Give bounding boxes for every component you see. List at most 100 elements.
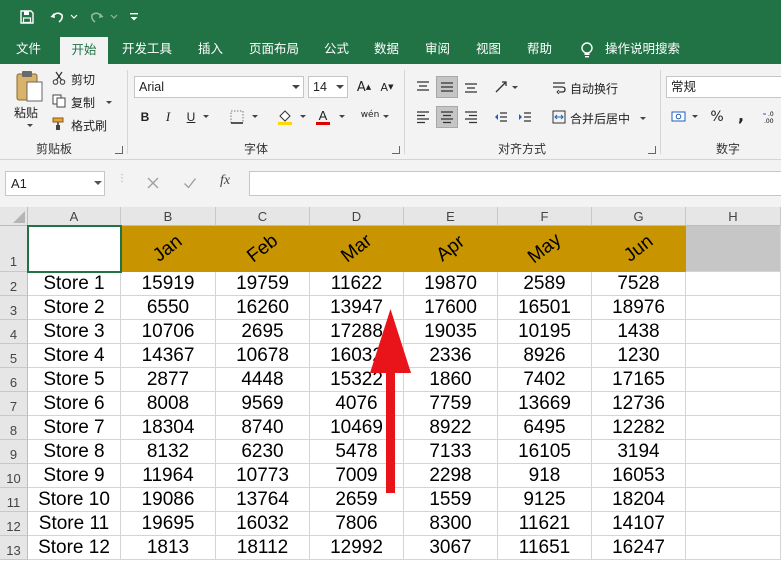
tab-data[interactable]: 数据 — [374, 34, 399, 64]
month-header-cell[interactable]: Mar — [310, 226, 404, 272]
tab-developer[interactable]: 开发工具 — [122, 34, 172, 64]
row-header[interactable]: 9 — [0, 440, 28, 464]
sales-value-cell[interactable]: 2336 — [404, 344, 498, 368]
phonetic-guide-icon[interactable]: wén — [359, 104, 381, 126]
sales-value-cell[interactable]: 1230 — [592, 344, 686, 368]
name-box[interactable]: A1 — [5, 171, 105, 196]
comma-style-button[interactable]: , — [730, 104, 752, 126]
align-right-icon[interactable] — [460, 106, 482, 128]
select-all-corner[interactable] — [0, 207, 28, 226]
column-header[interactable]: B — [121, 207, 216, 226]
month-header-cell[interactable]: Jan — [121, 226, 216, 272]
empty-cell[interactable] — [686, 272, 781, 296]
store-name-cell[interactable]: Store 11 — [28, 512, 121, 536]
align-left-icon[interactable] — [412, 106, 434, 128]
row-header[interactable]: 8 — [0, 416, 28, 440]
borders-dropdown-icon[interactable] — [252, 115, 258, 118]
tab-help[interactable]: 帮助 — [527, 34, 552, 64]
sales-value-cell[interactable]: 9125 — [498, 488, 592, 512]
row-header[interactable]: 5 — [0, 344, 28, 368]
sales-value-cell[interactable]: 17165 — [592, 368, 686, 392]
insert-function-icon[interactable]: fx — [220, 173, 230, 189]
format-painter-button[interactable]: 格式刷 — [71, 117, 107, 134]
tab-page-layout[interactable]: 页面布局 — [249, 34, 299, 64]
sales-value-cell[interactable]: 16260 — [216, 296, 310, 320]
sales-value-cell[interactable]: 11964 — [121, 464, 216, 488]
tab-review[interactable]: 审阅 — [425, 34, 450, 64]
paste-dropdown-icon[interactable] — [27, 124, 33, 127]
decrease-indent-icon[interactable] — [490, 106, 512, 128]
sales-value-cell[interactable]: 18204 — [592, 488, 686, 512]
tell-me-search[interactable]: 操作说明搜索 — [605, 34, 680, 64]
store-name-cell[interactable]: Store 6 — [28, 392, 121, 416]
column-header[interactable]: C — [216, 207, 310, 226]
row-header[interactable]: 2 — [0, 272, 28, 296]
merge-center-icon[interactable] — [548, 106, 570, 128]
copy-button[interactable]: 复制 — [71, 94, 95, 111]
fill-color-dropdown-icon[interactable] — [300, 115, 306, 118]
redo-icon[interactable] — [86, 0, 108, 34]
bold-button[interactable]: B — [134, 106, 156, 128]
tab-home[interactable]: 开始 — [60, 37, 108, 64]
row-header[interactable]: 3 — [0, 296, 28, 320]
paste-icon[interactable] — [14, 70, 44, 104]
store-name-cell[interactable]: Store 3 — [28, 320, 121, 344]
fill-color-icon[interactable] — [274, 106, 296, 128]
column-header[interactable]: F — [498, 207, 592, 226]
sales-value-cell[interactable]: 3067 — [404, 536, 498, 560]
sales-value-cell[interactable]: 8008 — [121, 392, 216, 416]
sales-value-cell[interactable]: 16032 — [216, 512, 310, 536]
undo-dropdown-icon[interactable] — [68, 0, 80, 34]
sales-value-cell[interactable]: 6495 — [498, 416, 592, 440]
sales-value-cell[interactable]: 19086 — [121, 488, 216, 512]
sales-value-cell[interactable]: 4448 — [216, 368, 310, 392]
sales-value-cell[interactable]: 8132 — [121, 440, 216, 464]
sales-value-cell[interactable]: 7528 — [592, 272, 686, 296]
enter-check-icon[interactable] — [183, 176, 197, 190]
sales-value-cell[interactable]: 18304 — [121, 416, 216, 440]
cell-a1[interactable] — [28, 226, 121, 272]
tab-insert[interactable]: 插入 — [198, 34, 223, 64]
sales-value-cell[interactable]: 10773 — [216, 464, 310, 488]
sales-value-cell[interactable]: 8740 — [216, 416, 310, 440]
redo-dropdown-icon[interactable] — [108, 0, 120, 34]
accounting-dropdown-icon[interactable] — [692, 115, 698, 118]
sales-value-cell[interactable]: 2877 — [121, 368, 216, 392]
underline-dropdown-icon[interactable] — [203, 115, 209, 118]
empty-cell[interactable] — [686, 344, 781, 368]
sales-value-cell[interactable]: 15919 — [121, 272, 216, 296]
percent-style-button[interactable]: % — [706, 106, 728, 128]
row-header[interactable]: 4 — [0, 320, 28, 344]
store-name-cell[interactable]: Store 4 — [28, 344, 121, 368]
sales-value-cell[interactable]: 11621 — [498, 512, 592, 536]
formula-bar-grip-icon[interactable]: ⋮ — [117, 174, 127, 192]
column-header[interactable]: H — [686, 207, 781, 226]
sales-value-cell[interactable]: 13764 — [216, 488, 310, 512]
font-name-select[interactable]: Arial — [134, 76, 304, 98]
empty-cell[interactable] — [686, 440, 781, 464]
store-name-cell[interactable]: Store 2 — [28, 296, 121, 320]
store-name-cell[interactable]: Store 1 — [28, 272, 121, 296]
decrease-font-size-icon[interactable]: A ▼ — [376, 76, 398, 98]
column-header[interactable]: G — [592, 207, 686, 226]
sales-value-cell[interactable]: 16053 — [592, 464, 686, 488]
font-size-select[interactable]: 14 — [308, 76, 348, 98]
merge-dropdown-icon[interactable] — [640, 117, 646, 120]
sales-value-cell[interactable]: 1813 — [121, 536, 216, 560]
wrap-text-button[interactable]: 自动换行 — [570, 80, 618, 97]
sales-value-cell[interactable]: 11651 — [498, 536, 592, 560]
sales-value-cell[interactable]: 2589 — [498, 272, 592, 296]
font-color-dropdown-icon[interactable] — [339, 115, 345, 118]
sales-value-cell[interactable]: 12282 — [592, 416, 686, 440]
sales-value-cell[interactable]: 19695 — [121, 512, 216, 536]
store-name-cell[interactable]: Store 9 — [28, 464, 121, 488]
sales-value-cell[interactable]: 7759 — [404, 392, 498, 416]
sales-value-cell[interactable]: 16105 — [498, 440, 592, 464]
column-header[interactable]: E — [404, 207, 498, 226]
increase-decimal-icon[interactable]: .0.00 — [760, 106, 781, 128]
month-header-cell[interactable]: Apr — [404, 226, 498, 272]
row-header[interactable]: 6 — [0, 368, 28, 392]
sales-value-cell[interactable]: 9569 — [216, 392, 310, 416]
sales-value-cell[interactable]: 14367 — [121, 344, 216, 368]
sales-value-cell[interactable]: 2695 — [216, 320, 310, 344]
